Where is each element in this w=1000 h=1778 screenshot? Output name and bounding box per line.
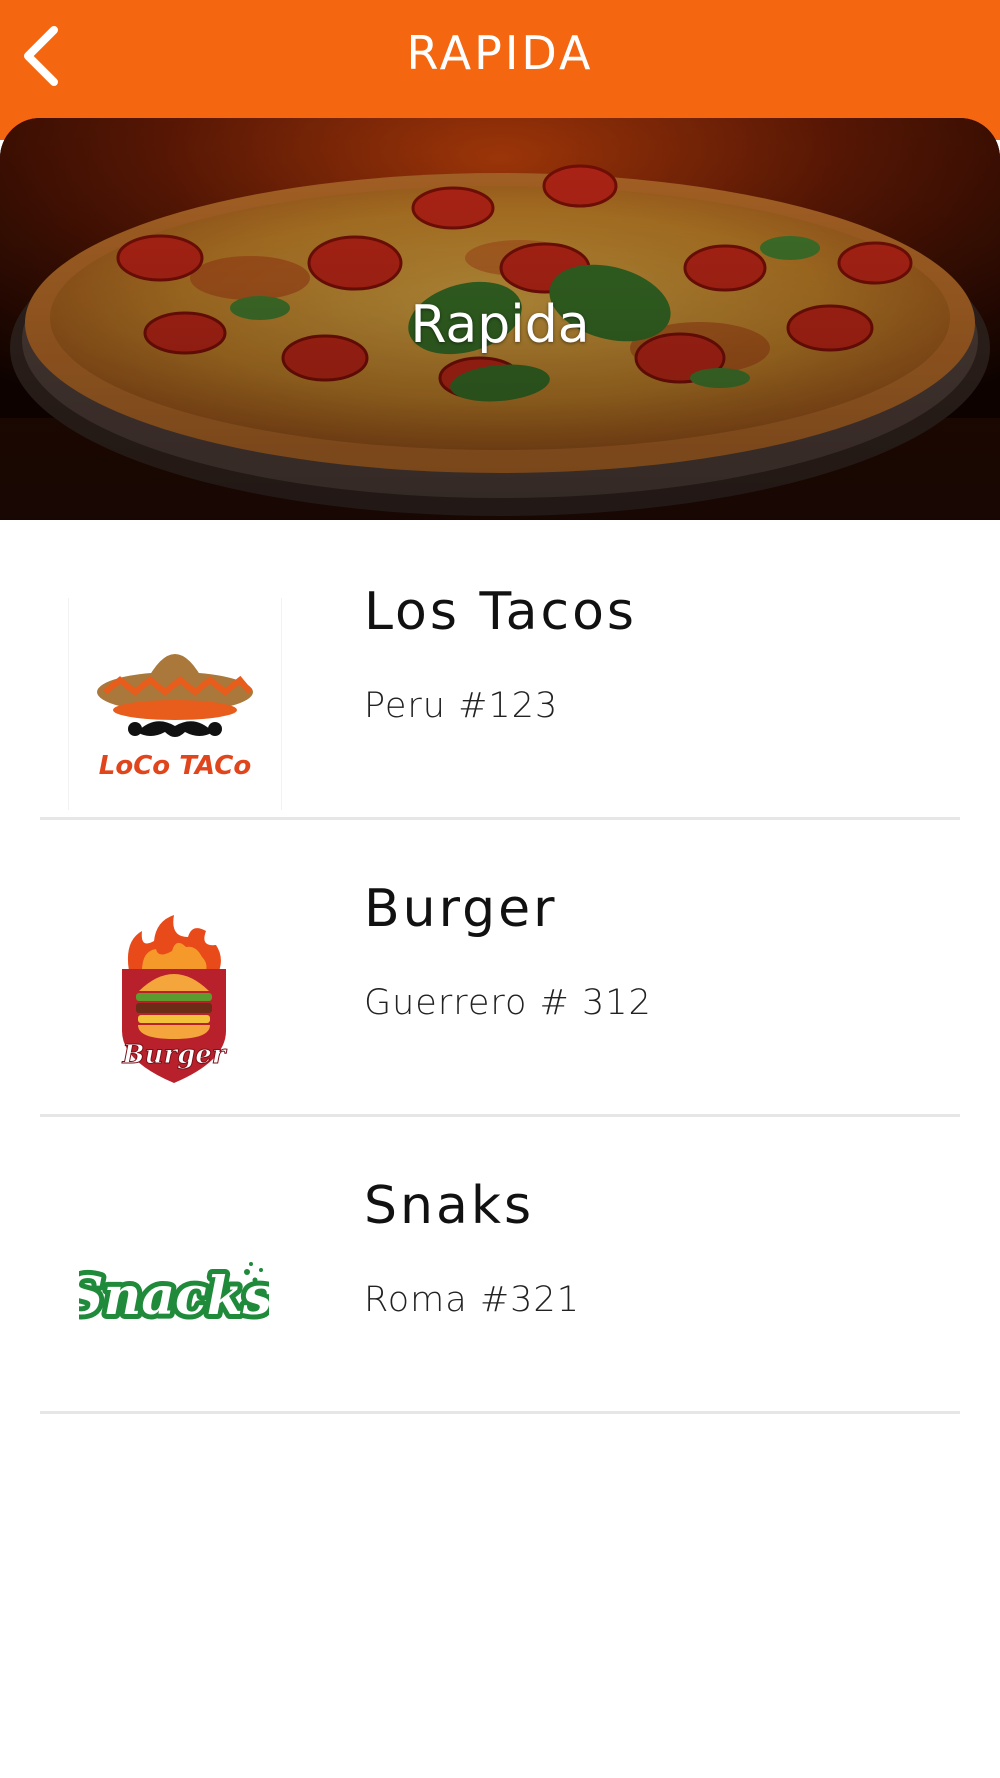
- list-item[interactable]: Snacks Snacks Snaks Roma #321: [40, 1114, 960, 1414]
- svg-text:LoCo TACo: LoCo TACo: [99, 751, 251, 781]
- restaurant-name: Los Tacos: [364, 582, 638, 642]
- svg-text:Burger: Burger: [122, 1040, 228, 1070]
- snacks-logo: Snacks Snacks: [68, 1192, 280, 1404]
- page-title: RAPIDA: [406, 26, 594, 80]
- snacks-wordmark-icon: Snacks Snacks: [79, 1261, 269, 1332]
- restaurant-name: Burger: [364, 879, 558, 939]
- app-screen: RAPIDA Rapida LoCo TACo Los Tacos Peru #…: [0, 0, 1000, 1778]
- list-item[interactable]: LoCo TACo Los Tacos Peru #123: [40, 520, 960, 820]
- restaurant-address: Roma #321: [364, 1280, 580, 1320]
- restaurant-address: Peru #123: [364, 686, 559, 726]
- category-banner: Rapida: [0, 118, 1000, 520]
- sombrero-icon: LoCo TACo: [97, 654, 253, 781]
- restaurant-address: Guerrero # 312: [364, 983, 652, 1023]
- loco-taco-logo: LoCo TACo: [68, 598, 282, 810]
- burger-logo: Burger: [68, 895, 280, 1107]
- restaurant-name: Snaks: [364, 1176, 535, 1236]
- banner-title: Rapida: [410, 295, 590, 355]
- list-item[interactable]: Burger Burger Guerrero # 312: [40, 817, 960, 1117]
- burger-icon: Burger: [121, 915, 228, 1083]
- svg-text:Snacks: Snacks: [79, 1266, 269, 1327]
